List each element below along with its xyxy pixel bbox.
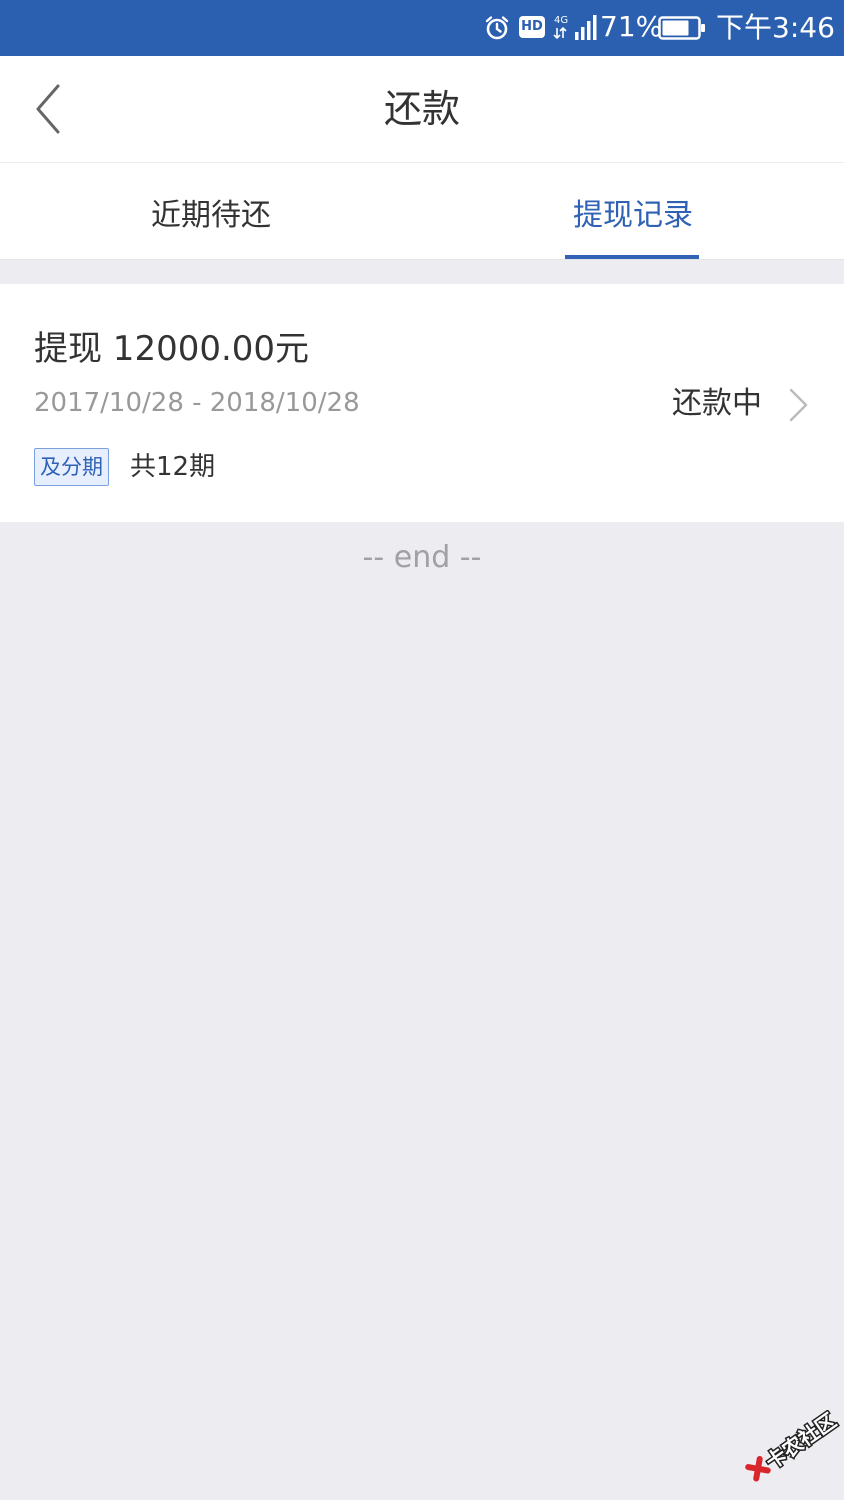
status-time: 下午3:46 [716, 11, 835, 44]
record-status: 还款中 [672, 386, 762, 421]
watermark-text: 卡农社区 [761, 1410, 840, 1474]
page-title: 还款 [383, 87, 460, 131]
active-tab-indicator [565, 255, 699, 259]
chevron-left-icon[interactable] [30, 82, 70, 136]
hd-icon: HD [519, 16, 545, 38]
network-label: 4G [554, 15, 568, 26]
record-installments: 共12期 [130, 452, 216, 482]
record-title: 提现 12000.00元 [34, 329, 310, 369]
tab-bar: 近期待还 提现记录 [0, 163, 844, 260]
withdrawal-record-item[interactable]: 提现 12000.00元 2017/10/28 - 2018/10/28 还款中… [0, 284, 844, 522]
nav-bar: 还款 [0, 56, 844, 163]
battery-percentage: 71% [600, 10, 663, 43]
installment-tag: 及分期 [34, 448, 109, 486]
watermark-logo: 卡农社区 [745, 1410, 840, 1482]
alarm-icon [485, 16, 509, 40]
list-end-marker: -- end -- [362, 540, 482, 575]
record-period: 2017/10/28 - 2018/10/28 [34, 388, 360, 418]
signal-icon: 4G [553, 15, 597, 40]
tab-withdrawal-records[interactable]: 提现记录 [422, 163, 844, 259]
status-bar: HD 4G 71% 下午3:46 [0, 0, 844, 56]
chevron-right-icon [789, 388, 808, 422]
tab-recent-due[interactable]: 近期待还 [0, 163, 422, 259]
battery-icon [658, 16, 705, 40]
